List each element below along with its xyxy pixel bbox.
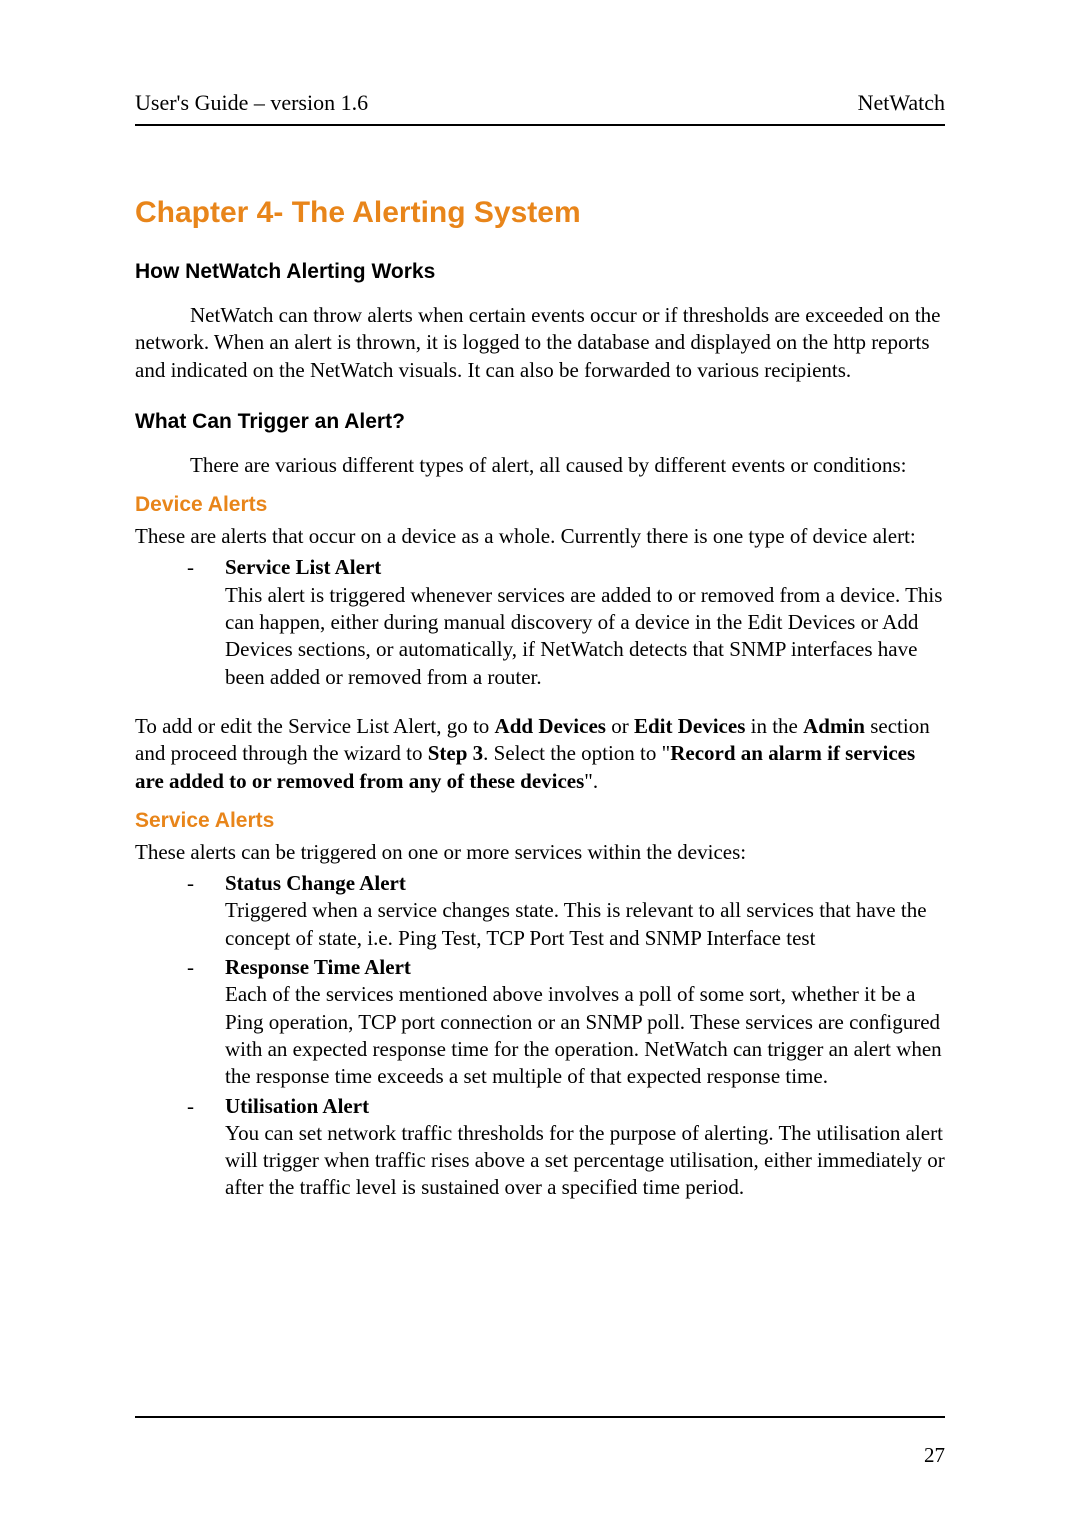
response-time-alert-title: Response Time Alert	[225, 955, 411, 979]
device-alerts-intro: These are alerts that occur on a device …	[135, 523, 945, 550]
utilisation-alert-title: Utilisation Alert	[225, 1094, 369, 1118]
footer-divider	[135, 1416, 945, 1418]
header-right: NetWatch	[858, 90, 945, 116]
device-alerts-edit-paragraph: To add or edit the Service List Alert, g…	[135, 713, 945, 795]
list-item: - Response Time Alert Each of the servic…	[225, 954, 945, 1090]
list-item: - Utilisation Alert You can set network …	[225, 1093, 945, 1202]
section-how-works-title: How NetWatch Alerting Works	[135, 260, 945, 284]
admin-label: Admin	[803, 714, 865, 738]
page-number: 27	[924, 1443, 945, 1468]
step3-label: Step 3	[428, 741, 483, 765]
device-alerts-list: - Service List Alert This alert is trigg…	[225, 554, 945, 690]
service-alerts-intro: These alerts can be triggered on one or …	[135, 839, 945, 866]
header-left: User's Guide – version 1.6	[135, 90, 368, 116]
service-alerts-list: - Status Change Alert Triggered when a s…	[225, 870, 945, 1202]
add-devices-label: Add Devices	[495, 714, 606, 738]
utilisation-alert-desc: You can set network traffic thresholds f…	[225, 1120, 945, 1202]
section-trigger-intro: There are various different types of ale…	[135, 452, 945, 479]
text-fragment: in the	[745, 714, 803, 738]
text-fragment: . Select the option to "	[483, 741, 670, 765]
edit-devices-label: Edit Devices	[634, 714, 745, 738]
device-alerts-heading: Device Alerts	[135, 493, 945, 517]
bullet-dash-icon: -	[187, 1093, 194, 1120]
text-fragment: ".	[584, 769, 598, 793]
chapter-title: Chapter 4- The Alerting System	[135, 196, 945, 230]
bullet-dash-icon: -	[187, 554, 194, 581]
service-alerts-heading: Service Alerts	[135, 809, 945, 833]
page-header: User's Guide – version 1.6 NetWatch	[135, 90, 945, 126]
status-change-alert-title: Status Change Alert	[225, 871, 406, 895]
section-trigger-title: What Can Trigger an Alert?	[135, 410, 945, 434]
list-item: - Status Change Alert Triggered when a s…	[225, 870, 945, 952]
text-fragment: or	[606, 714, 634, 738]
section-how-works-body: NetWatch can throw alerts when certain e…	[135, 302, 945, 384]
list-item: - Service List Alert This alert is trigg…	[225, 554, 945, 690]
status-change-alert-desc: Triggered when a service changes state. …	[225, 897, 945, 952]
text-fragment: To add or edit the Service List Alert, g…	[135, 714, 495, 738]
response-time-alert-desc: Each of the services mentioned above inv…	[225, 981, 945, 1090]
service-list-alert-desc: This alert is triggered whenever service…	[225, 582, 945, 691]
bullet-dash-icon: -	[187, 954, 194, 981]
bullet-dash-icon: -	[187, 870, 194, 897]
service-list-alert-title: Service List Alert	[225, 555, 381, 579]
